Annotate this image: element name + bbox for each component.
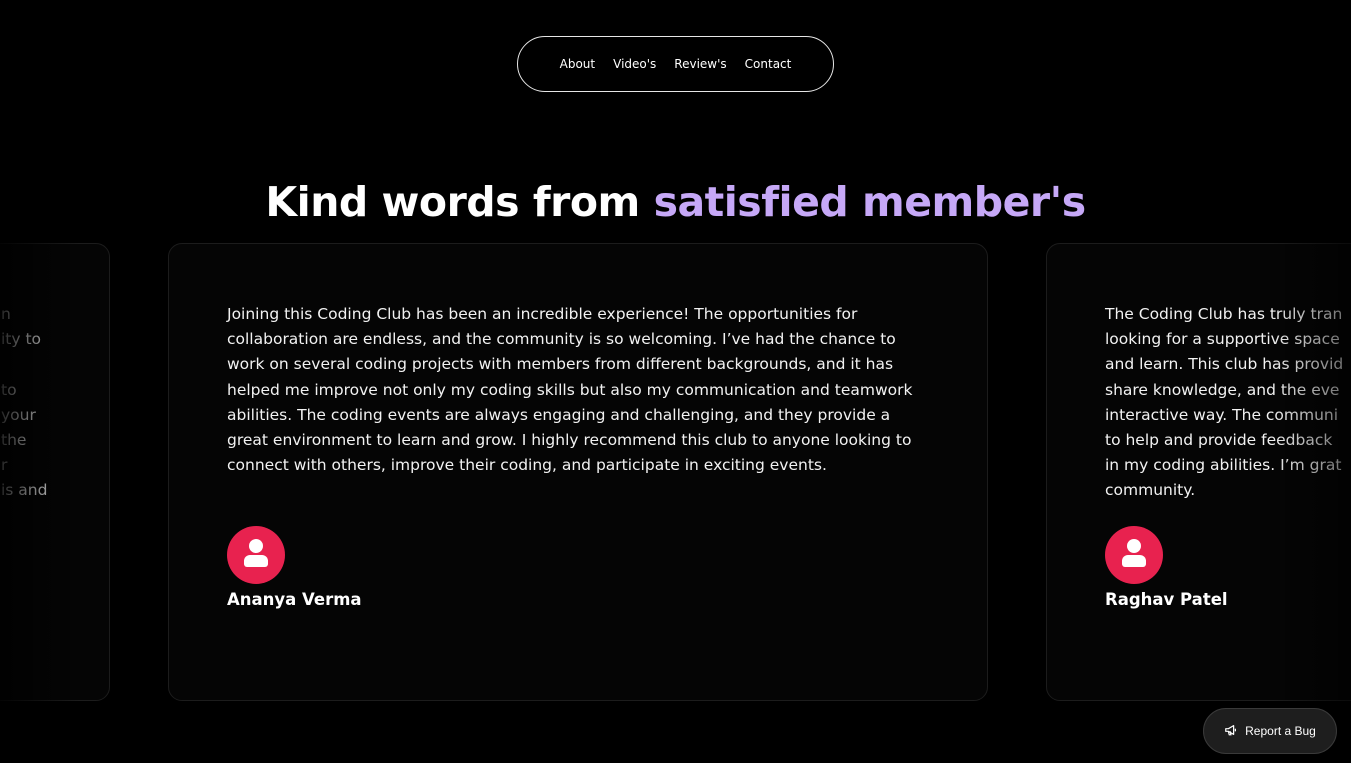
review-card-next[interactable]: The Coding Club has truly tran looking f… bbox=[1046, 243, 1351, 701]
quote-line: The Coding Club has truly tran bbox=[1105, 305, 1343, 323]
report-bug-label: Report a Bug bbox=[1245, 724, 1316, 738]
quote-line: is and bbox=[1, 481, 48, 500]
quote-line: n bbox=[1, 305, 11, 323]
quote-line: and learn. This club has provid bbox=[1105, 355, 1344, 374]
quote-line: to help and provide feedback bbox=[1105, 431, 1333, 450]
user-icon bbox=[1105, 526, 1163, 584]
review-card-previous[interactable]: n ity to to your the r is and bbox=[0, 243, 110, 701]
heading-prefix: Kind words from bbox=[265, 178, 654, 226]
quote-line: your bbox=[1, 405, 36, 424]
top-nav: About Video's Review's Contact bbox=[517, 36, 834, 92]
testimonials-page: About Video's Review's Contact Kind word… bbox=[0, 0, 1351, 763]
review-quote: Joining this Coding Club has been an inc… bbox=[227, 305, 913, 475]
avatar-head bbox=[249, 539, 263, 553]
avatar-body bbox=[1122, 555, 1146, 567]
megaphone-icon bbox=[1224, 723, 1238, 740]
nav-videos[interactable]: Video's bbox=[604, 57, 665, 71]
quote-line bbox=[1, 352, 109, 377]
section-heading: Kind words from satisfied member's bbox=[0, 178, 1351, 226]
nav-reviews[interactable]: Review's bbox=[665, 57, 735, 71]
review-quote-previous: n ity to to your the r is and bbox=[1, 302, 109, 504]
nav-about[interactable]: About bbox=[551, 57, 604, 71]
avatar-body bbox=[244, 555, 268, 567]
quote-line: share knowledge, and the eve bbox=[1105, 380, 1340, 399]
reviewer-name: Ananya Verma bbox=[227, 590, 362, 609]
quote-line: interactive way. The communi bbox=[1105, 405, 1339, 424]
nav-contact[interactable]: Contact bbox=[736, 57, 801, 71]
avatar-head bbox=[1127, 539, 1141, 553]
report-bug-button[interactable]: Report a Bug bbox=[1203, 708, 1337, 754]
quote-line: looking for a supportive space bbox=[1105, 330, 1340, 349]
review-card-active[interactable]: Joining this Coding Club has been an inc… bbox=[168, 243, 988, 701]
quote-line: ity to bbox=[1, 330, 42, 349]
user-icon bbox=[227, 526, 285, 584]
quote-line: r bbox=[1, 456, 8, 475]
quote-line: in my coding abilities. I’m grat bbox=[1105, 456, 1342, 475]
review-quote-next: The Coding Club has truly tran looking f… bbox=[1105, 302, 1351, 504]
quote-line: community. bbox=[1105, 481, 1196, 500]
reviewer-name: Raghav Patel bbox=[1105, 590, 1228, 609]
quote-line: the bbox=[1, 431, 27, 449]
quote-line: to bbox=[1, 380, 17, 399]
heading-accent: satisfied member's bbox=[653, 178, 1087, 226]
